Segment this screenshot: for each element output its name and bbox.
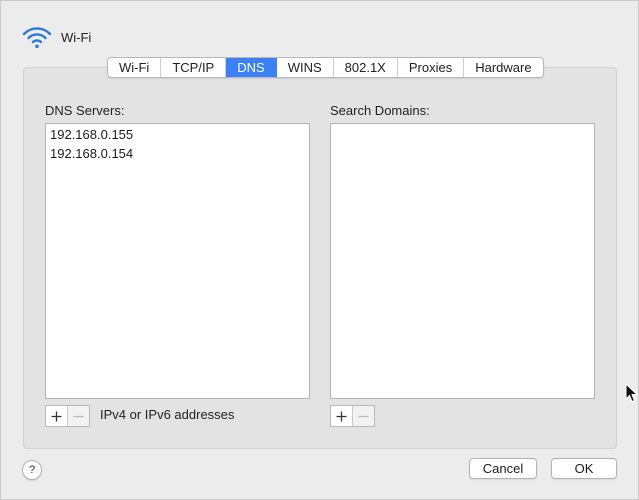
minus-icon	[73, 415, 84, 417]
tab-hardware[interactable]: Hardware	[464, 58, 542, 77]
tab-wins[interactable]: WINS	[277, 58, 334, 77]
tab-8021x[interactable]: 802.1X	[334, 58, 398, 77]
minus-icon	[358, 415, 369, 417]
dns-servers-list[interactable]: 192.168.0.155 192.168.0.154	[45, 123, 310, 399]
help-button[interactable]: ?	[22, 460, 42, 480]
list-item[interactable]: 192.168.0.154	[46, 144, 309, 163]
add-dns-server-button[interactable]	[46, 406, 68, 426]
dns-servers-label: DNS Servers:	[45, 103, 125, 118]
plus-icon	[51, 411, 62, 421]
remove-search-domain-button[interactable]	[353, 406, 374, 426]
dns-address-hint: IPv4 or IPv6 addresses	[100, 407, 235, 422]
tab-proxies[interactable]: Proxies	[398, 58, 465, 77]
wifi-icon	[22, 27, 52, 49]
list-item[interactable]: 192.168.0.155	[46, 125, 309, 144]
search-domains-add-remove-control	[330, 405, 375, 427]
cursor-icon	[625, 383, 639, 403]
add-search-domain-button[interactable]	[331, 406, 353, 426]
search-domains-list[interactable]	[330, 123, 595, 399]
tab-dns[interactable]: DNS	[226, 58, 277, 77]
search-domains-label: Search Domains:	[330, 103, 430, 118]
tab-tcpip[interactable]: TCP/IP	[161, 58, 227, 77]
tab-wifi[interactable]: Wi-Fi	[108, 58, 162, 77]
tab-bar: Wi-Fi TCP/IP DNS WINS 802.1X Proxies Har…	[107, 57, 544, 78]
window-title: Wi-Fi	[61, 29, 92, 45]
remove-dns-server-button[interactable]	[68, 406, 89, 426]
cancel-button[interactable]: Cancel	[469, 458, 537, 479]
ok-button[interactable]: OK	[551, 458, 617, 479]
plus-icon	[336, 411, 347, 421]
window-header: Wi-Fi	[22, 22, 91, 52]
dns-add-remove-control	[45, 405, 90, 427]
